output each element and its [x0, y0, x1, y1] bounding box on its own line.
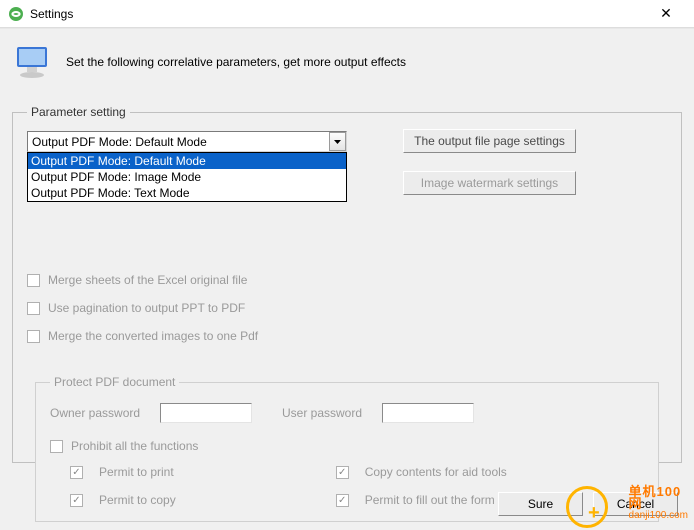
merge-sheets-checkbox[interactable] [27, 274, 40, 287]
pagination-label: Use pagination to output PPT to PDF [48, 301, 245, 315]
user-password-input[interactable] [382, 403, 474, 423]
output-mode-combo[interactable]: Output PDF Mode: Default Mode Output PDF… [27, 131, 347, 152]
merge-sheets-label: Merge sheets of the Excel original file [48, 273, 247, 287]
window-title: Settings [30, 7, 646, 21]
permit-aid-checkbox[interactable]: ✓ [336, 466, 349, 479]
protect-pdf-legend: Protect PDF document [50, 375, 179, 389]
owner-password-input[interactable] [160, 403, 252, 423]
header-row: Set the following correlative parameters… [6, 33, 688, 87]
output-mode-option-text[interactable]: Output PDF Mode: Text Mode [28, 185, 346, 201]
watermark-line2: danji100.com [629, 510, 688, 522]
permit-copy-row[interactable]: ✓ Permit to copy [70, 493, 176, 507]
watermark-settings-button[interactable]: Image watermark settings [403, 171, 576, 195]
merge-images-row[interactable]: Merge the converted images to one Pdf [27, 327, 667, 345]
page-settings-button[interactable]: The output file page settings [403, 129, 576, 153]
prohibit-label: Prohibit all the functions [71, 439, 198, 453]
watermark-plus-icon: + [588, 502, 602, 516]
dropdown-arrow-icon[interactable] [329, 132, 346, 151]
watermark-line1: 单机100网 [629, 486, 688, 510]
parameter-setting-legend: Parameter setting [27, 105, 130, 119]
permit-copy-checkbox[interactable]: ✓ [70, 494, 83, 507]
prohibit-row[interactable]: Prohibit all the functions [50, 437, 644, 455]
close-icon[interactable]: ✕ [646, 5, 686, 22]
pagination-checkbox[interactable] [27, 302, 40, 315]
prohibit-checkbox[interactable] [50, 440, 63, 453]
merge-sheets-row[interactable]: Merge sheets of the Excel original file [27, 271, 667, 289]
content-pane: Set the following correlative parameters… [0, 28, 694, 530]
monitor-icon [12, 40, 56, 84]
permit-print-label: Permit to print [99, 465, 174, 479]
pagination-row[interactable]: Use pagination to output PPT to PDF [27, 299, 667, 317]
output-mode-list: Output PDF Mode: Default Mode Output PDF… [27, 152, 347, 202]
permit-print-row[interactable]: ✓ Permit to print [70, 465, 176, 479]
permit-form-checkbox[interactable]: ✓ [336, 494, 349, 507]
permit-aid-row[interactable]: ✓ Copy contents for aid tools [336, 465, 538, 479]
user-password-label: User password [282, 406, 372, 420]
output-mode-option-image[interactable]: Output PDF Mode: Image Mode [28, 169, 346, 185]
permit-aid-label: Copy contents for aid tools [365, 465, 507, 479]
owner-password-label: Owner password [50, 406, 150, 420]
merge-images-label: Merge the converted images to one Pdf [48, 329, 258, 343]
title-bar: Settings ✕ [0, 0, 694, 28]
merge-images-checkbox[interactable] [27, 330, 40, 343]
permit-print-checkbox[interactable]: ✓ [70, 466, 83, 479]
permit-copy-label: Permit to copy [99, 493, 176, 507]
output-mode-display[interactable]: Output PDF Mode: Default Mode [27, 131, 347, 152]
app-icon [8, 6, 24, 22]
parameter-setting-group: Parameter setting Output PDF Mode: Defau… [12, 105, 682, 463]
output-mode-option-default[interactable]: Output PDF Mode: Default Mode [28, 153, 346, 169]
header-description: Set the following correlative parameters… [66, 55, 406, 69]
